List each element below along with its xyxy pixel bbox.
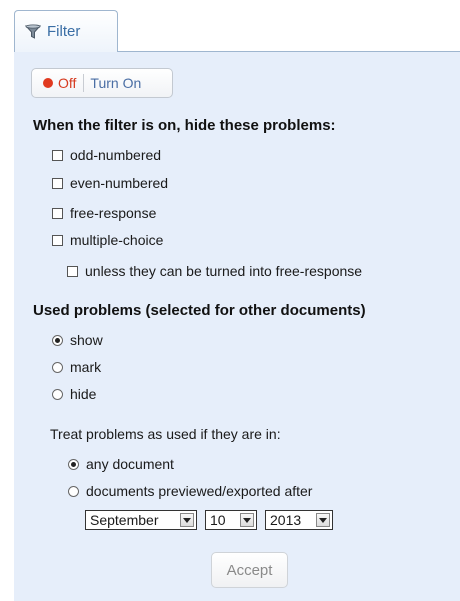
day-value: 10	[210, 512, 226, 528]
odd-numbered-label: odd-numbered	[70, 147, 162, 163]
filter-funnel-icon	[25, 23, 41, 39]
multiple-choice-label: multiple-choice	[70, 232, 164, 248]
treat-as-used-text: Treat problems as used if they are in:	[50, 426, 281, 442]
free-response-label: free-response	[70, 205, 157, 221]
any-document-label: any document	[86, 456, 174, 472]
unless-free-response-label: unless they can be turned into free-resp…	[85, 263, 363, 279]
even-numbered-checkbox[interactable]	[52, 177, 63, 189]
tab-label: Filter	[47, 23, 81, 40]
odd-numbered-checkbox[interactable]	[52, 149, 63, 161]
toggle-divider	[83, 74, 85, 92]
option-odd-numbered[interactable]: odd-numbered	[52, 147, 161, 163]
free-response-checkbox[interactable]	[52, 207, 63, 219]
status-dot-icon	[43, 78, 53, 88]
year-value: 2013	[270, 512, 302, 528]
treat-as-used-label: Treat problems as used if they are in:	[50, 426, 281, 442]
used-problems-heading: Used problems (selected for other docume…	[33, 302, 366, 319]
used-option-show[interactable]: show	[52, 332, 103, 348]
previewed-after-radio[interactable]	[68, 485, 79, 497]
month-value: September	[90, 512, 159, 528]
chevron-down-icon[interactable]	[240, 513, 254, 527]
option-unless-free-response[interactable]: unless they can be turned into free-resp…	[67, 263, 362, 279]
chevron-down-icon[interactable]	[316, 513, 330, 527]
used-option-hide[interactable]: hide	[52, 386, 96, 402]
option-free-response[interactable]: free-response	[52, 205, 156, 221]
option-multiple-choice[interactable]: multiple-choice	[52, 232, 163, 248]
accept-button[interactable]: Accept	[211, 552, 288, 588]
hide-problems-heading: When the filter is on, hide these proble…	[33, 117, 336, 134]
toggle-off-label: Off	[58, 75, 77, 91]
used-option-mark[interactable]: mark	[52, 359, 101, 375]
turn-on-button[interactable]: Turn On	[90, 75, 141, 91]
unless-free-response-checkbox[interactable]	[67, 265, 78, 277]
any-document-radio[interactable]	[68, 458, 79, 470]
hide-label: hide	[70, 386, 97, 402]
treat-option-any-document[interactable]: any document	[68, 456, 174, 472]
multiple-choice-checkbox[interactable]	[52, 234, 63, 246]
even-numbered-label: even-numbered	[70, 175, 169, 191]
day-select[interactable]: 10	[205, 510, 257, 530]
year-select[interactable]: 2013	[265, 510, 333, 530]
mark-radio[interactable]	[52, 361, 63, 373]
previewed-after-label: documents previewed/exported after	[86, 483, 313, 499]
show-radio[interactable]	[52, 334, 63, 346]
treat-option-previewed-after[interactable]: documents previewed/exported after	[68, 483, 312, 499]
chevron-down-icon[interactable]	[180, 513, 194, 527]
filter-toggle[interactable]: Off Turn On	[31, 68, 173, 98]
hide-radio[interactable]	[52, 388, 63, 400]
show-label: show	[70, 332, 103, 348]
mark-label: mark	[70, 359, 102, 375]
month-select[interactable]: September	[85, 510, 197, 530]
option-even-numbered[interactable]: even-numbered	[52, 175, 168, 191]
tab-filter[interactable]: Filter	[14, 10, 118, 52]
